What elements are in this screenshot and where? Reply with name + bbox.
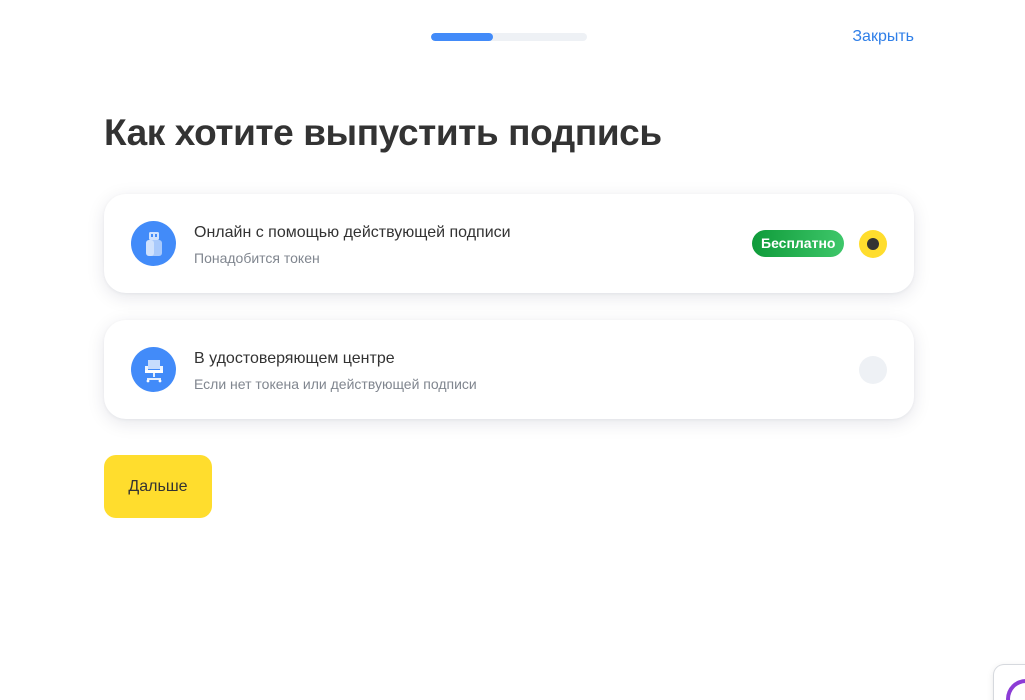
option-card-certification-center[interactable]: В удостоверяющем центре Если нет токена … — [104, 320, 914, 419]
progress-bar — [431, 33, 587, 41]
option-title: Онлайн с помощью действующей подписи — [194, 224, 511, 241]
usb-token-icon — [131, 221, 176, 266]
next-button[interactable]: Дальше — [104, 455, 212, 518]
corner-widget[interactable] — [994, 665, 1025, 700]
office-chair-icon — [131, 347, 176, 392]
widget-logo-icon — [1006, 679, 1025, 700]
page-title: Как хотите выпустить подпись — [104, 112, 662, 153]
progress-bar-fill — [431, 33, 494, 41]
close-link[interactable]: Закрыть — [852, 28, 914, 46]
option-title: В удостоверяющем центре — [194, 350, 395, 367]
radio-online-selected[interactable] — [859, 230, 887, 258]
radio-dot — [867, 238, 879, 250]
option-subtitle: Понадобится токен — [194, 250, 320, 266]
radio-certification-center[interactable] — [859, 356, 887, 384]
option-subtitle: Если нет токена или действующей подписи — [194, 376, 477, 392]
option-card-online[interactable]: Онлайн с помощью действующей подписи Пон… — [104, 194, 914, 293]
free-badge: Бесплатно — [752, 230, 845, 257]
